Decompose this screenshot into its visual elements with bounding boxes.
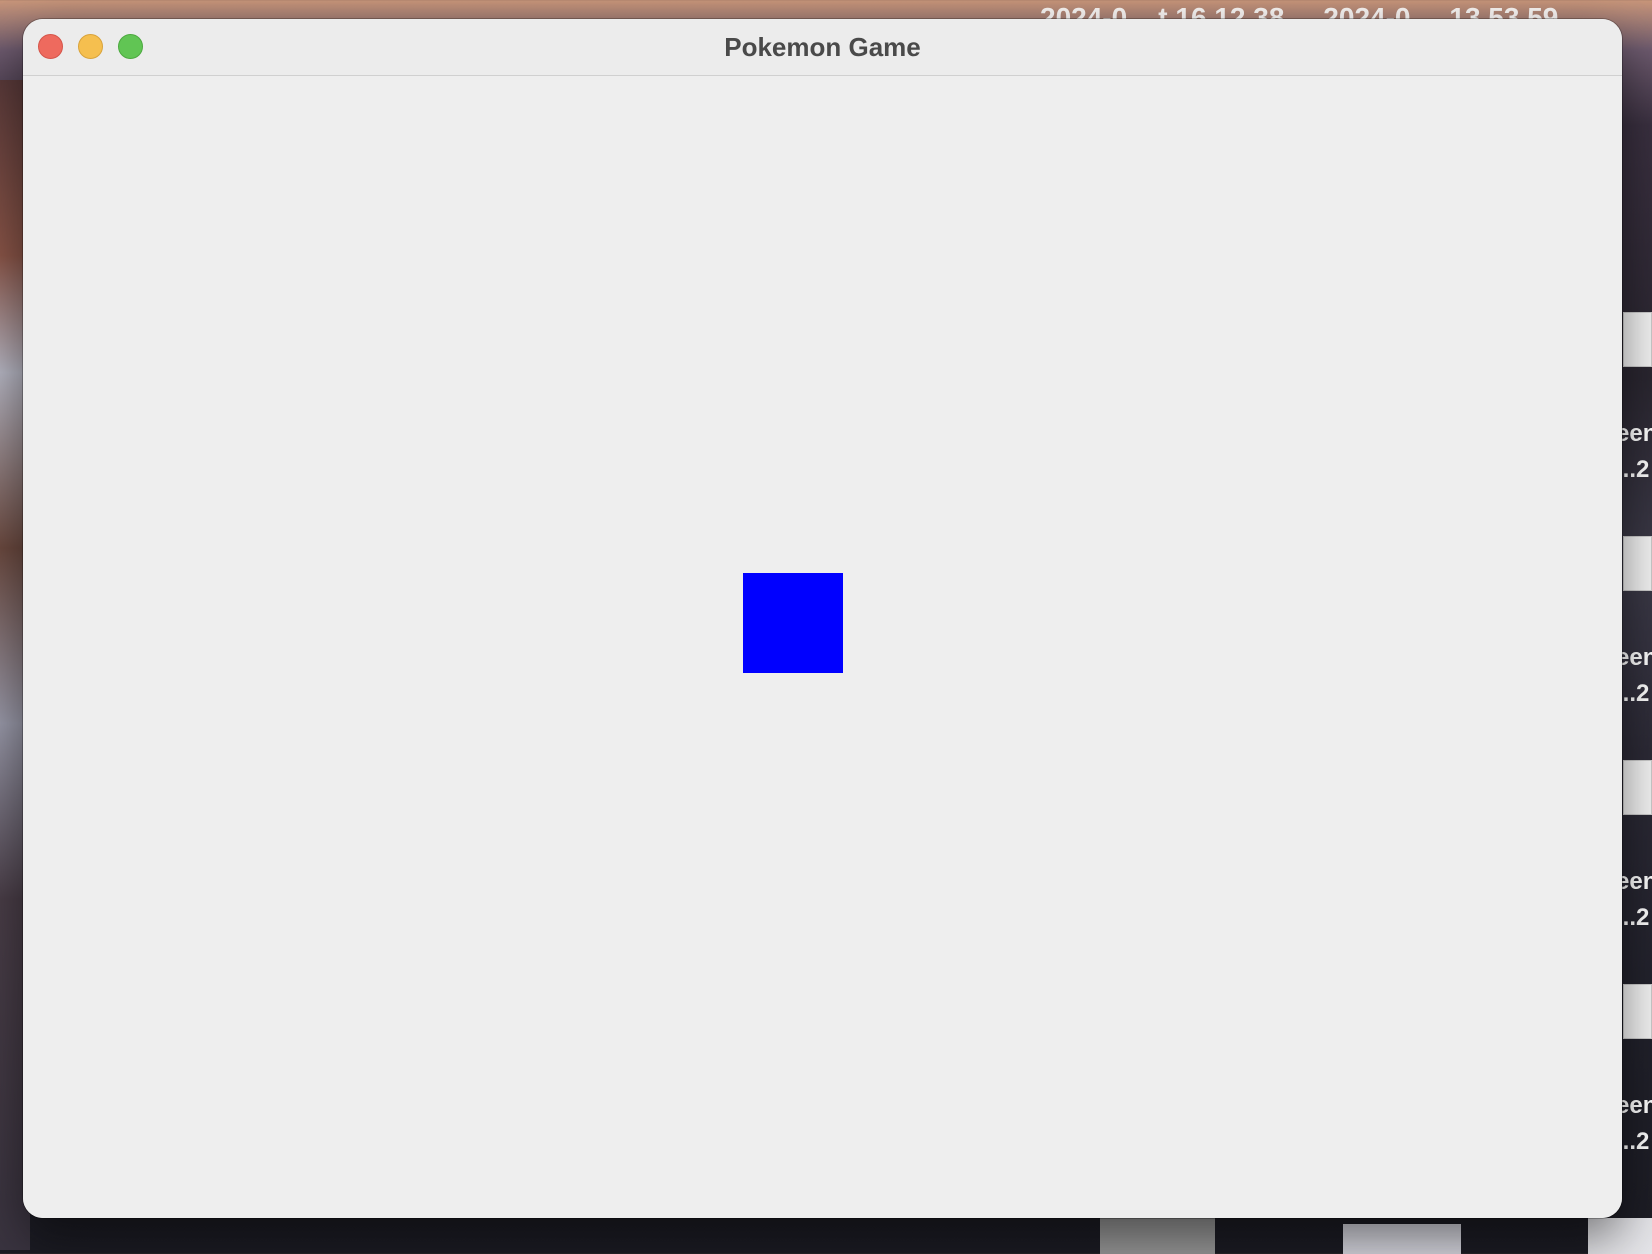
desktop-file-thumbnail[interactable] bbox=[1588, 1218, 1652, 1254]
title-bar[interactable]: Pokemon Game bbox=[23, 19, 1622, 76]
desktop-file-thumbnail[interactable] bbox=[1100, 1218, 1215, 1254]
desktop-file-thumbnail[interactable] bbox=[1623, 312, 1652, 367]
desktop-file-thumbnail[interactable] bbox=[1623, 536, 1652, 591]
desktop-file-thumbnail[interactable] bbox=[1343, 1224, 1461, 1254]
game-canvas[interactable] bbox=[23, 77, 1622, 1218]
player-square bbox=[743, 573, 843, 673]
desktop-file-thumbnail[interactable] bbox=[1623, 760, 1652, 815]
desktop-file-thumbnail[interactable] bbox=[1623, 984, 1652, 1039]
window-title: Pokemon Game bbox=[724, 32, 921, 62]
game-window: Pokemon Game bbox=[23, 19, 1622, 1218]
